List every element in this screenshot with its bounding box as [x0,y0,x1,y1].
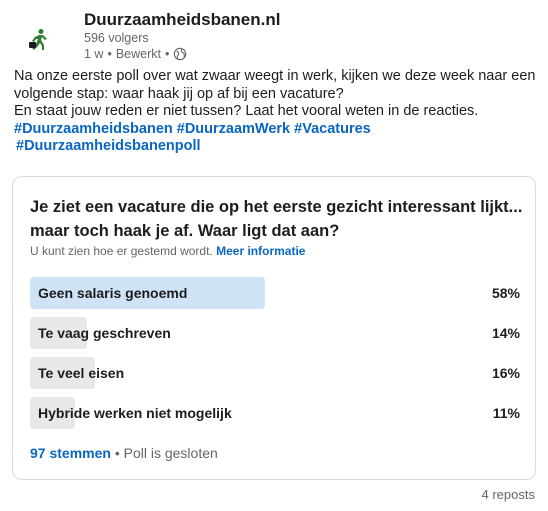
post-age: 1 w [84,47,104,61]
post-body-line: Na onze eerste poll over wat zwaar weegt… [14,68,536,84]
edited-label: Bewerkt [115,47,161,61]
post-header: Duurzaamheidsbanen.nl 596 volgers 1 w • … [12,10,532,64]
poll-option-percent: 58% [491,285,520,301]
poll-visibility-note: U kunt zien hoe er gestemd wordt. Meer i… [30,244,305,258]
post-body-line: volgende stap: waar haak jij op af bij e… [14,85,344,102]
poll-question: Je ziet een vacature die op het eerste g… [30,195,523,243]
poll-option-label: Hybride werken niet mogelijk [38,405,232,421]
poll-option: Te veel eisen 16% [30,357,520,389]
more-info-link[interactable]: Meer informatie [216,244,305,258]
globe-icon [174,47,187,61]
votes-count-link[interactable]: 97 stemmen [30,445,111,461]
poll-option-percent: 16% [491,365,520,381]
visibility-text: U kunt zien hoe er gestemd wordt. [30,244,213,258]
hashtags-line[interactable]: #Duurzaamheidsbanenpoll [14,138,538,156]
poll-card: Je ziet een vacature die op het eerste g… [12,176,536,480]
poll-option-label: Te veel eisen [38,365,125,381]
poll-option-label: Te vaag geschreven [38,325,171,341]
poll-option-percent: 14% [491,325,520,341]
post-body: Na onze eerste poll over wat zwaar weegt… [14,68,538,156]
poll-footer: 97 stemmen • Poll is gesloten [30,445,218,461]
reposts-count[interactable]: 4 reposts [482,487,535,502]
poll-option: Geen salaris genoemd 58% [30,277,520,309]
poll-option: Hybride werken niet mogelijk 11% [30,397,520,429]
post-body-line: En staat jouw reden er niet tussen? Laat… [14,103,479,119]
runner-with-bag-icon[interactable] [26,28,50,52]
org-name[interactable]: Duurzaamheidsbanen.nl [84,10,280,30]
poll-question-line: Je ziet een vacature die op het eerste g… [30,198,523,216]
poll-option-label: Geen salaris genoemd [38,285,188,301]
post-meta: 1 w • Bewerkt • [84,47,187,61]
hashtags-line[interactable]: #Duurzaamheidsbanen #DuurzaamWerk #Vacat… [14,121,538,139]
poll-option: Te vaag geschreven 14% [30,317,520,349]
poll-question-line: maar toch haak je af. Waar ligt dat aan? [30,222,340,240]
poll-option-percent: 11% [492,405,520,421]
meta-separator: • [107,47,112,61]
footer-separator: • [114,445,120,461]
meta-separator: • [165,47,170,61]
poll-status: Poll is gesloten [123,445,218,461]
followers-count: 596 volgers [84,31,149,45]
